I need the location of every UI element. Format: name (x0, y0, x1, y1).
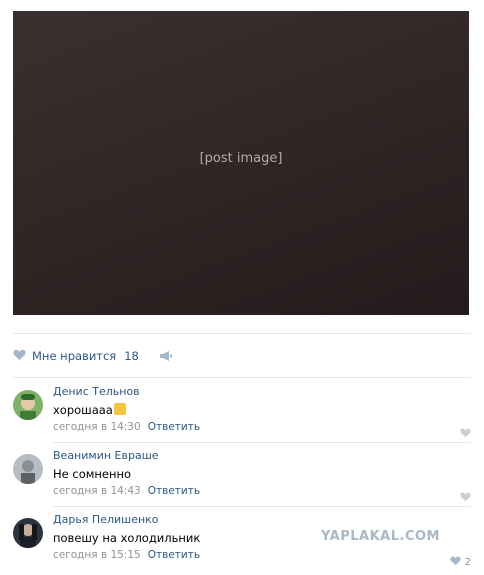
divider (53, 506, 471, 507)
comment-author[interactable]: Дарья Пелишенко (53, 513, 471, 527)
like-count: 18 (124, 349, 139, 363)
post-photo[interactable]: [post image] (13, 11, 469, 315)
heart-icon (460, 427, 471, 441)
comment-time[interactable]: сегодня в 14:43 (53, 485, 141, 497)
comment-text: Не сомненно (53, 467, 132, 481)
comment-meta: сегодня в 14:30 Ответить (53, 420, 471, 435)
reply-button[interactable]: Ответить (148, 485, 200, 497)
reply-button[interactable]: Ответить (148, 421, 200, 433)
photo-placeholder: [post image] (199, 151, 283, 166)
likes-row: Мне нравится 18 (13, 346, 173, 366)
avatar[interactable] (13, 518, 43, 548)
comment-text-content: хорошааа (53, 403, 113, 417)
like-button[interactable]: Мне нравится (32, 349, 116, 363)
comment-item: Веанимин Евраше Не сомненно сегодня в 14… (13, 449, 471, 511)
watermark: YAPLAKAL.COM (321, 529, 440, 544)
comment-meta: сегодня в 14:43 Ответить (53, 484, 471, 499)
divider (13, 377, 471, 378)
heart-icon (450, 555, 461, 569)
thumbs-up-icon (113, 403, 126, 415)
comment-time[interactable]: сегодня в 15:15 (53, 549, 141, 561)
avatar[interactable] (13, 454, 43, 484)
comment-author[interactable]: Веанимин Евраше (53, 449, 471, 463)
reply-button[interactable]: Ответить (148, 549, 200, 561)
divider (13, 333, 471, 334)
divider (53, 442, 471, 443)
comment-text: хорошааа (53, 402, 471, 418)
comment-item: Денис Тельнов хорошааа сегодня в 14:30 От… (13, 385, 471, 447)
avatar[interactable] (13, 390, 43, 420)
comment-like-button[interactable]: 2 (450, 555, 471, 569)
comment-author[interactable]: Денис Тельнов (53, 385, 471, 399)
heart-icon[interactable] (13, 349, 26, 364)
comment-time[interactable]: сегодня в 14:30 (53, 421, 141, 433)
comment-like-button[interactable] (460, 491, 471, 505)
megaphone-icon[interactable] (159, 350, 173, 362)
heart-icon (460, 491, 471, 505)
comment-meta: сегодня в 15:15 Ответить (53, 548, 471, 563)
comment-like-button[interactable] (460, 427, 471, 441)
